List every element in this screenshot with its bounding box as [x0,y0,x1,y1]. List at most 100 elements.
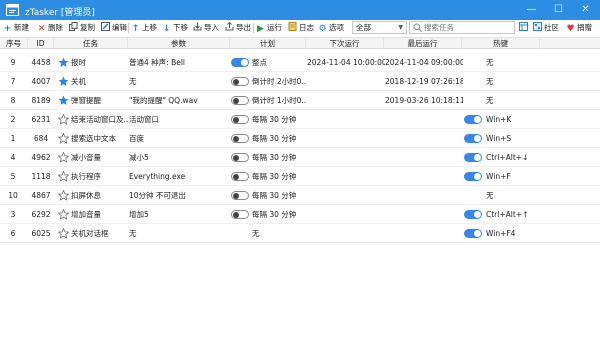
export-button[interactable]: 导出 [225,20,251,36]
run-label: 运行 [267,23,282,32]
toggle-knob [474,230,481,237]
hotkey-toggle[interactable] [464,210,482,219]
filter-value: 全部 [356,23,371,32]
toggle-knob [233,97,239,104]
log-button[interactable]: 日志 [288,20,314,36]
hotkey-toggle[interactable] [464,134,482,143]
filter-select[interactable]: 全部 ▼ [352,21,407,34]
table-row[interactable]: 6 6025 关机对话框 无 无 Win+F4 [0,224,600,243]
cell-seq: 4 [10,153,16,162]
cell-next-run [307,224,385,243]
star-outline-icon[interactable] [57,208,70,220]
plan-toggle[interactable] [231,115,249,124]
close-button[interactable]: ✕ [572,0,599,20]
maximize-icon: ☐ [554,4,563,15]
plan-toggle[interactable] [231,172,249,181]
plan-toggle[interactable] [231,58,249,67]
table-row[interactable]: 10 4867 扣屏休息 10分钟 不可退出 每隔 30 分钟 无 [0,186,600,205]
cell-id: 8189 [31,96,51,105]
plan-toggle[interactable] [231,191,249,200]
col-header-hotkey[interactable]: 热键 [462,38,540,49]
plan-toggle[interactable] [231,77,249,86]
table-row[interactable]: 8 8189 弹窗提醒 "我的提醒" QQ.wav 倒计时 1小时0... 2019-03… [0,91,600,110]
move-up-button[interactable]: ↑ 上移 [131,20,157,36]
plan-toggle[interactable] [231,96,249,105]
hotkey-toggle[interactable] [464,115,482,124]
toggle-knob [233,211,239,218]
hotkey-toggle[interactable] [464,229,482,238]
import-icon [193,22,202,31]
star-filled-icon[interactable] [58,57,69,68]
cell-task: 结束活动窗口及... [71,115,129,124]
move-down-button[interactable]: ↓ 下移 [162,20,188,36]
copy-label: 复制 [80,23,95,32]
search-box [409,21,515,34]
cell-next-run: 2024-11-04 10:00:00 [307,58,385,67]
star-filled-icon[interactable] [58,76,69,87]
table-row[interactable]: 1 684 搜索选中文本 百度 每隔 30 分钟 Win+S [0,129,600,148]
table-row[interactable]: 5 1118 执行程序 Everything.exe 每隔 30 分钟 Win+F [0,167,600,186]
cell-task: 增加音量 [71,210,101,219]
maximize-button[interactable]: ☐ [545,0,572,20]
col-header-seq[interactable]: 序号 [0,38,28,49]
run-button[interactable]: ▶ 运行 [256,20,282,36]
plan-toggle[interactable] [231,210,249,219]
cell-seq: 3 [10,210,16,219]
import-label: 导入 [204,23,219,32]
toolbar-divider [253,23,254,33]
col-header-plan[interactable]: 计划 [230,38,306,49]
cell-params: 活动窗口 [129,115,159,124]
layout-button[interactable] [519,20,530,36]
edit-button[interactable]: 编辑 [101,20,127,36]
toolbar-divider [128,23,129,33]
cell-task: 关机 [71,77,86,86]
col-header-id[interactable]: ID [28,38,54,49]
delete-x-icon: ✕ [37,24,46,34]
new-button[interactable]: + 新建 [3,20,29,36]
table-row[interactable]: 7 4007 关机 无 倒计时 2小时0... 2018-12-19 07:26:18 无 [0,72,600,91]
copy-button[interactable]: 复制 [69,20,95,36]
minimize-button[interactable]: — [518,0,545,20]
col-header-params[interactable]: 参数 [128,38,230,49]
options-button[interactable]: ⚙ 选项 [318,20,344,36]
toggle-knob [233,192,239,199]
cell-next-run [307,110,385,129]
plan-toggle[interactable] [231,153,249,162]
star-outline-icon[interactable] [57,132,70,144]
cell-seq: 7 [10,77,16,86]
cell-hotkey: Win+K [486,115,512,124]
donate-button[interactable]: ♥ 捐赠 [566,20,592,36]
table-row[interactable]: 2 6231 结束活动窗口及... 活动窗口 每隔 30 分钟 Win+K [0,110,600,129]
community-button[interactable]: 社区 [533,20,559,36]
col-header-last-run[interactable]: 最后运行 [384,38,462,49]
community-label: 社区 [544,23,559,32]
donate-label: 捐赠 [577,23,592,32]
star-outline-icon[interactable] [57,170,70,182]
col-header-task[interactable]: 任务 [54,38,128,49]
delete-button[interactable]: ✕ 删除 [37,20,63,36]
star-outline-icon[interactable] [57,189,70,201]
cell-last-run [385,224,463,243]
window-title: zTasker [管理员] [25,8,95,18]
cell-hotkey: Ctrl+Alt+↓ [486,153,529,162]
toggle-knob [474,173,481,180]
hotkey-toggle[interactable] [464,172,482,181]
star-outline-icon[interactable] [57,227,70,239]
log-label: 日志 [299,23,314,32]
cell-last-run: 2018-12-19 07:26:18 [385,77,463,86]
search-input[interactable] [424,22,512,33]
table-row[interactable]: 9 4458 报时 普通4 种声: Bell 整点 2024-11-04 10:00:00… [0,53,600,72]
task-table: 序号 ID 任务 参数 计划 下次运行 最后运行 热键 9 4458 报时 普通4 种… [0,37,600,357]
import-button[interactable]: 导入 [193,20,219,36]
star-filled-icon[interactable] [58,95,69,106]
table-row[interactable]: 3 6292 增加音量 增加5 每隔 30 分钟 Ctrl+Alt+↑ [0,205,600,224]
plan-toggle[interactable] [231,134,249,143]
star-outline-icon[interactable] [57,151,70,163]
cell-params: Everything.exe [129,172,186,181]
table-row[interactable]: 4 4962 减小音量 减小5 每隔 30 分钟 Ctrl+Alt+↓ [0,148,600,167]
col-header-next-run[interactable]: 下次运行 [306,38,384,49]
star-outline-icon[interactable] [57,113,70,125]
hotkey-toggle[interactable] [464,153,482,162]
cell-id: 6231 [31,115,51,124]
cell-last-run [385,186,463,205]
